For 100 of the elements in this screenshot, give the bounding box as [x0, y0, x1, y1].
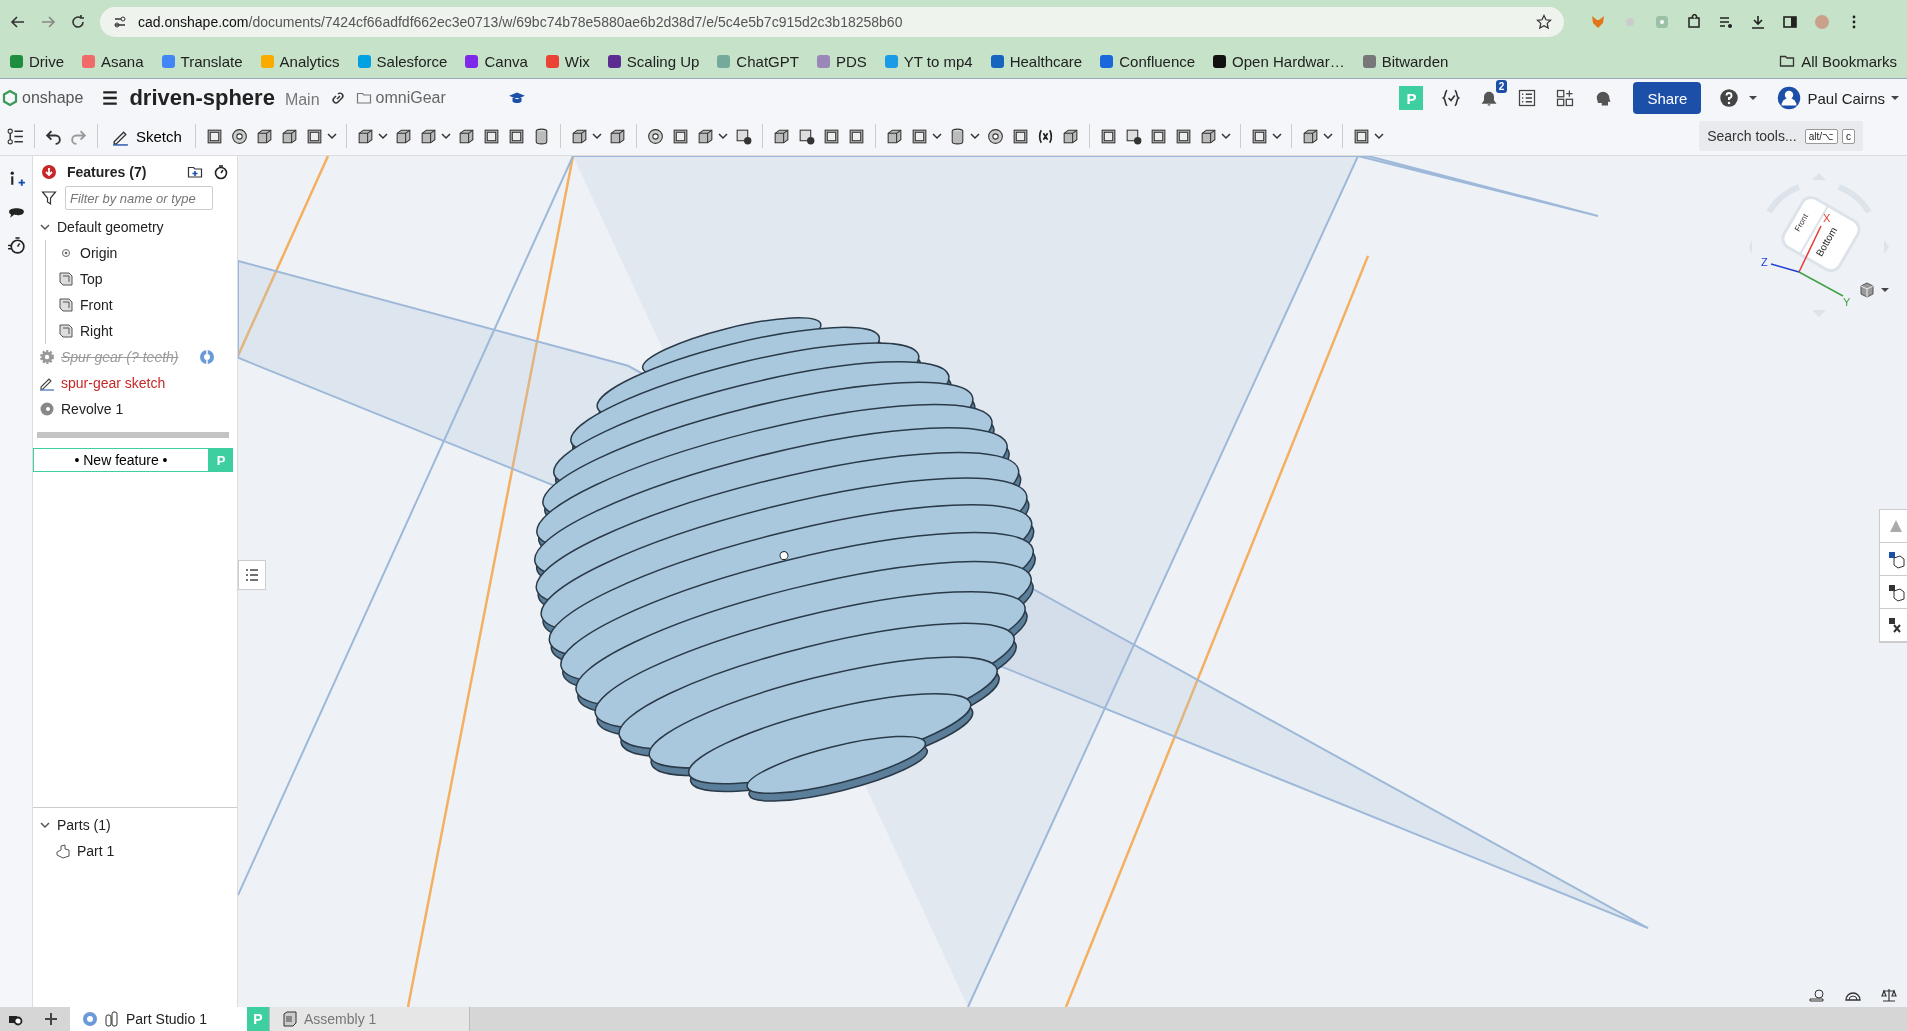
share-button[interactable]: Share [1633, 82, 1702, 114]
hexagon-logo-icon [2, 90, 18, 106]
checklist-icon[interactable] [1517, 88, 1538, 108]
bookmark[interactable]: Healthcare [990, 52, 1083, 70]
plus-icon [43, 1011, 59, 1027]
caret-icon[interactable] [326, 131, 337, 141]
bookmark[interactable]: Translate [161, 52, 243, 70]
stopwatch-icon[interactable] [6, 236, 26, 255]
playlist-icon[interactable] [1718, 14, 1734, 30]
new-feature-button[interactable]: • New feature • [33, 448, 209, 472]
axis-label: X [1823, 212, 1831, 224]
feature-item[interactable]: Top [52, 266, 237, 292]
shortcut-key: c [1842, 128, 1855, 144]
bookmark[interactable]: ChatGPT [717, 52, 799, 70]
part-item[interactable]: Part 1 [33, 838, 237, 864]
document-tab[interactable]: Assembly 1 [270, 1007, 470, 1031]
folder-link[interactable]: omniGear [355, 89, 446, 107]
reload-icon[interactable] [70, 14, 86, 30]
caret-icon[interactable] [591, 131, 602, 141]
feature-list-icon[interactable] [6, 126, 25, 146]
shaded-cube-icon[interactable] [1859, 282, 1875, 298]
caret-icon[interactable] [377, 131, 388, 141]
side-panel-icon[interactable] [1782, 14, 1798, 30]
filter-icon[interactable] [41, 190, 57, 206]
scale-icon[interactable] [1881, 987, 1897, 1003]
logo-text: onshape [22, 89, 84, 107]
search-tools-field[interactable]: Search tools... alt/⌥ c [1699, 121, 1863, 151]
bookmark[interactable]: Salesforce [357, 52, 448, 70]
onshape-logo[interactable]: onshape [2, 89, 84, 107]
plan-badge: P [247, 1007, 269, 1031]
link-icon[interactable] [329, 90, 346, 106]
url-text: cad.onshape.com/documents/7424cf66adfdf662ec3e0713/w/69bc74b78e5880ae6b2d38d7/e/5c4e5b7c915d2c3b18258b60 [138, 14, 904, 30]
back-icon[interactable] [10, 14, 26, 30]
caret-icon[interactable] [931, 131, 942, 141]
document-tab[interactable]: Part Studio 1 P [70, 1007, 270, 1031]
bookmark[interactable]: YT to mp4 [884, 52, 973, 70]
branch-label[interactable]: Main [284, 91, 320, 109]
help-icon[interactable] [1719, 88, 1740, 108]
caret-icon[interactable] [969, 131, 980, 141]
shortcut-key: alt/⌥ [1804, 128, 1838, 144]
list-toggle-button[interactable] [238, 560, 266, 590]
bookmark[interactable]: Open Hardwar… [1213, 52, 1345, 70]
part-icon [55, 843, 71, 859]
bookmark[interactable]: Confluence [1100, 52, 1196, 70]
bookmark[interactable]: Canva [465, 52, 528, 70]
add-folder-icon[interactable] [187, 164, 203, 180]
caret-icon[interactable] [440, 131, 451, 141]
feature-item[interactable]: Default geometry [33, 214, 237, 240]
caret-icon[interactable] [1271, 131, 1282, 141]
list-icon [244, 567, 260, 583]
stopwatch-icon[interactable] [213, 164, 229, 180]
feature-item[interactable]: Revolve 1 [33, 396, 237, 422]
bookmark[interactable]: Drive [10, 52, 64, 70]
bookmark[interactable]: Bitwarden [1362, 52, 1449, 70]
features-title: Features (7) [67, 164, 147, 180]
sketch-button[interactable]: Sketch [107, 126, 186, 146]
info-icon [82, 1011, 98, 1027]
site-settings-icon[interactable] [112, 14, 128, 30]
gear-icon [39, 349, 55, 365]
bookmark[interactable]: Analytics [260, 52, 340, 70]
puzzle-icon[interactable] [1686, 14, 1702, 30]
menu-icon[interactable] [101, 89, 120, 107]
all-bookmarks-folder[interactable]: All Bookmarks [1779, 52, 1897, 70]
user-menu[interactable]: Paul Cairns [1777, 86, 1899, 110]
address-bar[interactable]: cad.onshape.com/documents/7424cf66adfdf662ec3e0713/w/69bc74b78e5880ae6b2d38d7/e/5c4e5b7c915d2c3b18258b60 [100, 7, 1564, 37]
parts-title[interactable]: Parts (1) [57, 817, 111, 833]
assembly-icon [282, 1011, 298, 1027]
bookmark[interactable]: Scaling Up [607, 52, 700, 70]
tape-measure-icon[interactable] [1809, 987, 1825, 1003]
rollback-icon[interactable] [41, 164, 57, 180]
info-icon[interactable] [198, 349, 215, 365]
folder-icon [355, 90, 372, 106]
forward-icon[interactable] [40, 14, 56, 30]
axis-label: Y [1843, 296, 1851, 308]
document-title[interactable]: driven-sphere [129, 85, 275, 111]
caret-icon [1891, 94, 1899, 102]
caret-icon[interactable] [1373, 131, 1384, 141]
caret-icon[interactable] [1220, 131, 1231, 141]
feature-item[interactable]: Origin [52, 240, 237, 266]
caret-icon[interactable] [1881, 286, 1889, 294]
feature-item[interactable]: Right [52, 318, 237, 344]
chevron-icon[interactable] [39, 819, 51, 831]
caret-icon[interactable] [1322, 131, 1333, 141]
feature-item[interactable]: Front [52, 292, 237, 318]
chevron-icon[interactable] [39, 221, 51, 233]
notification-count: 2 [1495, 80, 1508, 93]
revolve-icon [39, 401, 55, 417]
bookmark[interactable]: Wix [545, 52, 590, 70]
filter-field[interactable]: Filter by name or type [65, 186, 213, 210]
bookmark[interactable]: Asana [82, 52, 144, 70]
star-icon[interactable] [1536, 14, 1552, 30]
revolve-icon[interactable] [229, 126, 249, 146]
apps-icon[interactable] [1555, 88, 1576, 108]
bookmark[interactable]: PDS [816, 52, 867, 70]
caret-icon[interactable] [1749, 94, 1758, 102]
caret-icon[interactable] [717, 131, 728, 141]
part-studio-icon [104, 1011, 120, 1027]
feature-item[interactable]: spur-gear sketch [33, 370, 237, 396]
download-icon[interactable] [1750, 14, 1766, 30]
curly-brace-check-icon[interactable] [1441, 88, 1462, 108]
